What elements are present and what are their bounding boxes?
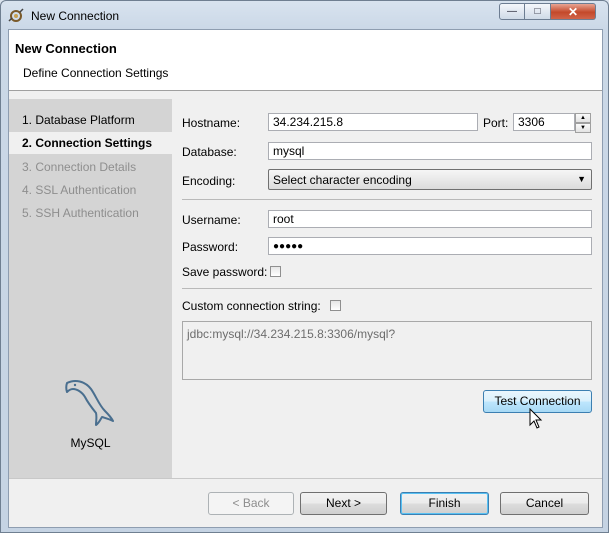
encoding-value: Select character encoding [273, 173, 412, 187]
app-icon [8, 8, 24, 22]
connection-string-textarea[interactable]: jdbc:mysql://34.234.215.8:3306/mysql? [182, 321, 592, 380]
password-input[interactable]: ●●●●● [268, 237, 592, 255]
step-database-platform[interactable]: 1. Database Platform [9, 109, 172, 131]
hostname-input[interactable]: 34.234.215.8 [268, 113, 478, 131]
port-down-icon[interactable]: ▼ [575, 123, 591, 133]
username-label: Username: [182, 213, 241, 227]
wizard-steps-sidebar: 1. Database Platform 2. Connection Setti… [9, 99, 172, 478]
database-label: Database: [182, 145, 237, 159]
minimize-button[interactable]: — [499, 3, 525, 20]
minimize-icon: — [507, 6, 517, 17]
finish-button[interactable]: Finish [400, 492, 489, 515]
port-stepper[interactable]: ▲ ▼ [575, 113, 591, 133]
save-password-label: Save password: [182, 265, 268, 279]
separator [182, 288, 592, 289]
cancel-button[interactable]: Cancel [500, 492, 589, 515]
page-title: New Connection [15, 41, 117, 56]
encoding-label: Encoding: [182, 174, 236, 188]
title-bar[interactable]: New Connection — □ ✕ [1, 1, 608, 29]
footer-separator [9, 478, 602, 479]
username-input[interactable]: root [268, 210, 592, 228]
chevron-down-icon: ▼ [577, 174, 586, 184]
close-icon: ✕ [567, 4, 579, 19]
step-connection-details: 3. Connection Details [22, 160, 137, 174]
maximize-icon: □ [534, 6, 541, 17]
dialog-window: New Connection — □ ✕ New Connection Defi… [0, 0, 609, 533]
save-password-checkbox[interactable] [270, 266, 281, 277]
page-subtitle: Define Connection Settings [23, 66, 169, 80]
dialog-client: New Connection Define Connection Setting… [8, 29, 603, 528]
separator [182, 199, 592, 200]
close-button[interactable]: ✕ [551, 3, 596, 20]
wizard-header: New Connection Define Connection Setting… [9, 30, 602, 91]
mouse-cursor-icon [529, 408, 543, 429]
encoding-select[interactable]: Select character encoding ▼ [268, 169, 592, 190]
port-input[interactable]: 3306 [513, 113, 575, 131]
password-label: Password: [182, 240, 239, 254]
back-button[interactable]: < Back [208, 492, 294, 515]
step-connection-settings[interactable]: 2. Connection Settings [9, 132, 172, 154]
maximize-button[interactable]: □ [525, 3, 551, 20]
step-ssh-authentication: 5. SSH Authentication [22, 206, 139, 220]
custom-string-label: Custom connection string: [182, 299, 321, 313]
next-button[interactable]: Next > [300, 492, 387, 515]
window-title: New Connection [31, 9, 120, 23]
port-label: Port: [483, 116, 509, 130]
hostname-label: Hostname: [182, 116, 241, 130]
port-up-icon[interactable]: ▲ [575, 113, 591, 123]
platform-label: MySQL [70, 436, 111, 450]
step-ssl-authentication: 4. SSL Authentication [22, 183, 137, 197]
database-input[interactable]: mysql [268, 142, 592, 160]
mysql-dolphin-icon [65, 380, 114, 426]
custom-string-checkbox[interactable] [330, 300, 341, 311]
